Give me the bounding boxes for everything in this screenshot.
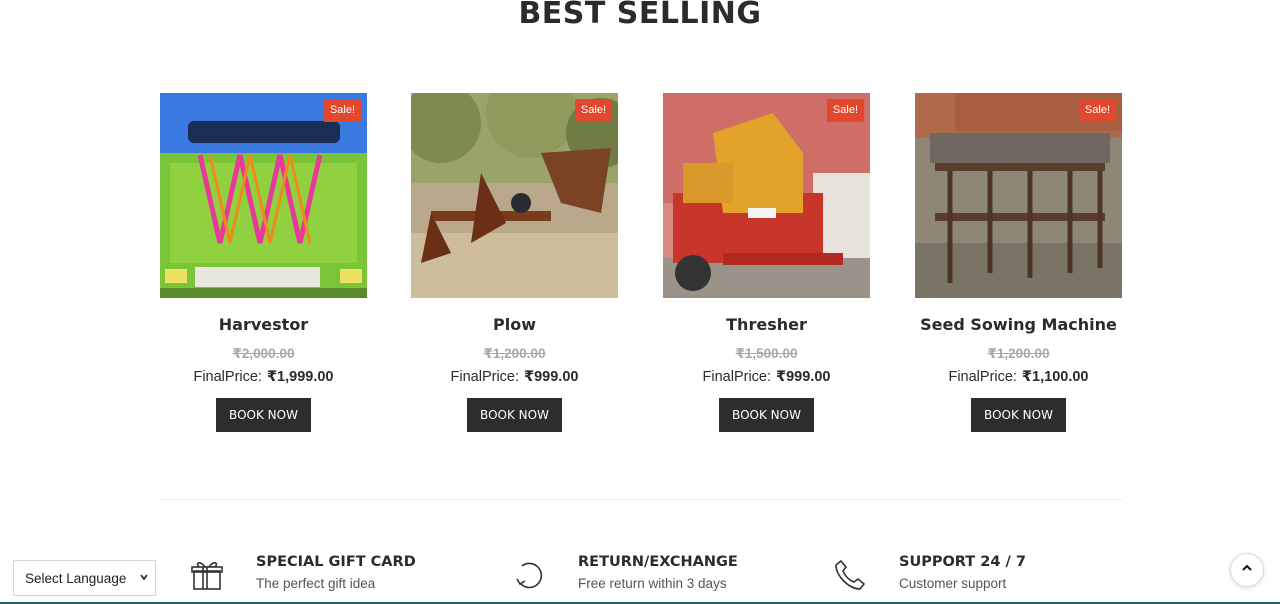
product-image-thresher[interactable]: Sale! [663, 93, 870, 298]
feature-title: RETURN/EXCHANGE [578, 554, 738, 570]
final-price: FinalPrice: ₹999.00 [411, 367, 618, 387]
chevron-up-icon [1241, 561, 1253, 579]
language-select[interactable]: Select Language [13, 560, 156, 596]
original-price: ₹1,500.00 [735, 346, 798, 361]
final-price-label: FinalPrice: [450, 369, 520, 385]
section-divider [160, 499, 1122, 500]
sale-badge: Sale! [574, 99, 612, 122]
final-price: FinalPrice: ₹1,999.00 [160, 367, 367, 387]
product-card: Sale! Plow ₹1,200.00 FinalPrice: ₹999.00 … [411, 93, 618, 432]
original-price: ₹1,200.00 [483, 346, 546, 361]
product-card: Sale! Thresher ₹1,500.00 FinalPrice: ₹999… [663, 93, 870, 432]
product-name[interactable]: Thresher [663, 314, 870, 336]
feature-subtitle: Customer support [899, 576, 1007, 591]
product-name[interactable]: Seed Sowing Machine [915, 314, 1122, 336]
sale-badge: Sale! [323, 99, 361, 122]
final-price: FinalPrice: ₹1,100.00 [915, 367, 1122, 387]
product-image-seed-sowing-machine[interactable]: Sale! [915, 93, 1122, 298]
section-title: BEST SELLING [518, 0, 762, 31]
final-price: FinalPrice: ₹999.00 [663, 367, 870, 387]
language-select-value: Select Language [25, 570, 127, 586]
features-bar: SPECIAL GIFT CARD The perfect gift idea … [160, 550, 1122, 604]
feature-title: SPECIAL GIFT CARD [256, 554, 416, 570]
sale-badge: Sale! [826, 99, 864, 122]
scroll-to-top-button[interactable] [1230, 553, 1264, 587]
final-price-amount: ₹999.00 [524, 369, 579, 385]
product-card: Sale! Harvestor ₹2,000.00 FinalPrice: ₹1,… [160, 93, 367, 432]
product-grid: Sale! Harvestor ₹2,000.00 FinalPrice: ₹1,… [160, 93, 1122, 438]
product-image-plow[interactable]: Sale! [411, 93, 618, 298]
book-now-button[interactable]: BOOK NOW [719, 398, 814, 432]
book-now-button[interactable]: BOOK NOW [971, 398, 1066, 432]
product-name[interactable]: Harvestor [160, 314, 367, 336]
final-price-label: FinalPrice: [702, 369, 772, 385]
final-price-label: FinalPrice: [193, 369, 262, 385]
final-price-amount: ₹1,999.00 [266, 369, 334, 385]
product-name[interactable]: Plow [411, 314, 618, 336]
original-price: ₹2,000.00 [232, 346, 295, 361]
feature-title: SUPPORT 24 / 7 [899, 554, 1026, 570]
phone-icon [833, 558, 867, 592]
feature-subtitle: Free return within 3 days [578, 576, 727, 591]
sale-badge: Sale! [1078, 99, 1116, 122]
original-price: ₹1,200.00 [987, 346, 1050, 361]
product-card: Sale! Seed Sowing Machine ₹1,200.00 Fina… [915, 93, 1122, 432]
book-now-button[interactable]: BOOK NOW [216, 398, 311, 432]
product-image-harvestor[interactable]: Sale! [160, 93, 367, 298]
final-price-label: FinalPrice: [948, 369, 1017, 385]
return-icon [512, 558, 546, 592]
feature-subtitle: The perfect gift idea [256, 576, 376, 591]
final-price-amount: ₹999.00 [776, 369, 831, 385]
chevron-down-icon [139, 572, 149, 585]
book-now-button[interactable]: BOOK NOW [467, 398, 562, 432]
gift-icon [190, 558, 224, 592]
final-price-amount: ₹1,100.00 [1021, 369, 1089, 385]
